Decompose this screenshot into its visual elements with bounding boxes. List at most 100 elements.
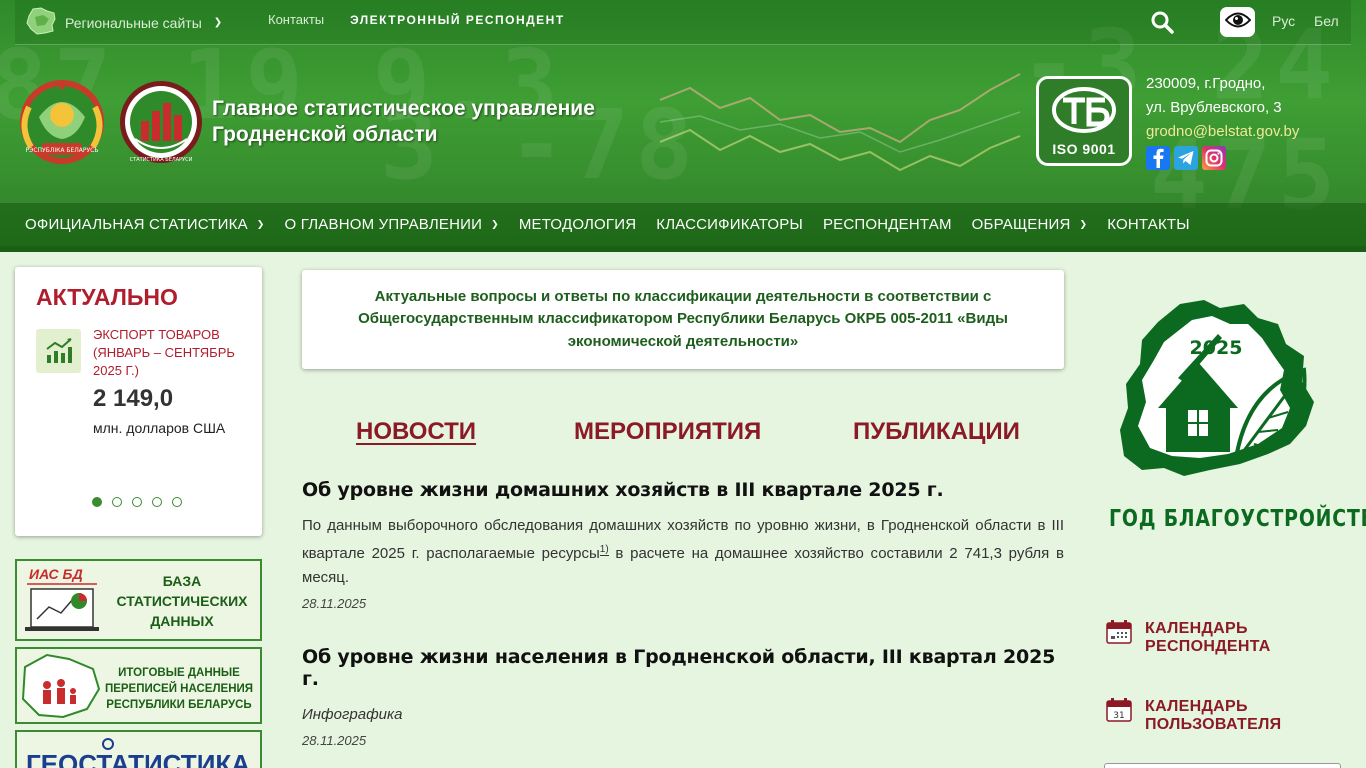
telegram-icon[interactable]: [1174, 146, 1198, 170]
tab-news[interactable]: НОВОСТИ: [356, 418, 476, 446]
accessibility-button[interactable]: [1220, 7, 1255, 37]
calendar-label-line: ПОЛЬЗОВАТЕЛЯ: [1145, 716, 1282, 733]
nav-item-official-statistics[interactable]: ОФИЦИАЛЬНАЯ СТАТИСТИКА ❯: [25, 216, 265, 233]
belarus-family-map-icon: [21, 653, 101, 719]
belstat-emblem-icon: СТАТИСТИКА БЕЛАРУСИ: [119, 77, 203, 172]
calendar-label: КАЛЕНДАРЬ ПОЛЬЗОВАТЕЛЯ: [1145, 698, 1281, 734]
census-results-banner[interactable]: ИТОГОВЫЕ ДАННЫЕ ПЕРЕПИСЕЙ НАСЕЛЕНИЯ РЕСП…: [15, 647, 262, 724]
banner-line: ПЕРЕПИСЕЙ НАСЕЛЕНИЯ: [105, 682, 253, 695]
news-description: По данным выборочного обследования домаш…: [302, 514, 1064, 590]
news-description: Инфографика: [302, 706, 403, 723]
growth-chart-icon: [36, 329, 81, 373]
banner-line: СТАТИСТИЧЕСКИХ: [116, 593, 248, 609]
news-date: 28.11.2025: [302, 733, 367, 748]
chevron-down-icon: ❯: [491, 219, 499, 229]
nav-item-label: ОФИЦИАЛЬНАЯ СТАТИСТИКА: [25, 216, 248, 233]
address-line1: 230009, г.Гродно,: [1146, 75, 1266, 92]
aktual-indicator-value: 2 149,0: [93, 385, 174, 412]
nav-item-methodology[interactable]: МЕТОДОЛОГИЯ: [519, 216, 636, 233]
year-of-improvement-emblem[interactable]: 2025: [1108, 298, 1328, 494]
nav-item-label: О ГЛАВНОМ УПРАВЛЕНИИ: [284, 216, 483, 233]
contacts-link[interactable]: Контакты: [268, 12, 324, 27]
news-title[interactable]: Об уровне жизни населения в Гродненской …: [302, 646, 1064, 690]
nav-item-contacts[interactable]: КОНТАКТЫ: [1107, 216, 1190, 233]
nav-item-label: КОНТАКТЫ: [1107, 216, 1190, 233]
calendar-day: 31: [1113, 711, 1124, 721]
site-title-line1: Главное статистическое управление: [212, 97, 595, 120]
lang-ru-link[interactable]: Рус: [1272, 13, 1295, 29]
iso-label: ISO 9001: [1052, 140, 1116, 157]
nav-item-label: КЛАССИФИКАТОРЫ: [656, 216, 803, 233]
slider-dot[interactable]: [172, 497, 182, 507]
news-title[interactable]: Об уровне жизни домашних хозяйств в III …: [302, 479, 1064, 501]
right-sidebar-widget: [1104, 763, 1341, 768]
regional-sites-label: Региональные сайты: [65, 14, 202, 31]
e-respondent-link[interactable]: ЭЛЕКТРОННЫЙ РЕСПОНДЕНТ: [350, 12, 565, 27]
nav-item-appeals[interactable]: ОБРАЩЕНИЯ ❯: [972, 216, 1088, 233]
news-item: Об уровне жизни домашних хозяйств в III …: [302, 479, 1064, 611]
aktual-widget: АКТУАЛЬНО ЭКСПОРТ ТОВАРОВ (ЯНВАРЬ – СЕНТ…: [15, 267, 262, 536]
belarus-map-icon: [25, 7, 57, 38]
top-bar: Региональные сайты ❯ Контакты ЭЛЕКТРОННЫ…: [15, 0, 1351, 45]
slider-dot[interactable]: [132, 497, 142, 507]
banner-line: ДАННЫХ: [150, 613, 214, 629]
geostatistics-banner[interactable]: ГЕОСТАТИСТИКА: [15, 730, 262, 768]
tab-events[interactable]: МЕРОПРИЯТИЯ: [574, 418, 761, 446]
lang-be-link[interactable]: Бел: [1314, 13, 1339, 29]
nav-item-label: МЕТОДОЛОГИЯ: [518, 216, 637, 233]
tab-publications[interactable]: ПУБЛИКАЦИИ: [853, 418, 1020, 446]
decorative-line-chart: [660, 73, 1021, 172]
calendar-icon: 31: [1106, 698, 1132, 734]
classification-notice[interactable]: Актуальные вопросы и ответы по классифик…: [302, 270, 1064, 369]
gb-logo-icon: [1049, 86, 1119, 139]
nav-item-about[interactable]: О ГЛАВНОМ УПРАВЛЕНИИ ❯: [285, 216, 499, 233]
chevron-down-icon: ❯: [213, 17, 223, 28]
instagram-icon[interactable]: [1202, 146, 1226, 170]
aktual-heading: АКТУАЛЬНО: [36, 284, 178, 310]
calendar-label-line: КАЛЕНДАРЬ: [1145, 620, 1248, 637]
news-date: 28.11.2025: [302, 596, 367, 611]
emblems: РЭСПУБЛІКА БЕЛАРУСЬ СТАТИСТИКА БЕЛАРУСИ: [17, 77, 203, 172]
main-navigation: ОФИЦИАЛЬНАЯ СТАТИСТИКА ❯ О ГЛАВНОМ УПРАВЛ…: [0, 202, 1366, 246]
slider-dot[interactable]: [112, 497, 122, 507]
year-title: ГОД БЛАГОУСТРОЙСТВА: [1109, 506, 1366, 532]
user-calendar-link[interactable]: 31 КАЛЕНДАРЬ ПОЛЬЗОВАТЕЛЯ: [1106, 698, 1281, 734]
state-emblem-icon: РЭСПУБЛІКА БЕЛАРУСЬ: [17, 77, 107, 172]
footnote-link[interactable]: 1): [599, 544, 609, 556]
site-title[interactable]: Главное статистическое управление Гродне…: [212, 96, 595, 148]
slider-pagination: [92, 497, 182, 507]
news-item: Об уровне жизни населения в Гродненской …: [302, 646, 1064, 748]
aktual-indicator-label[interactable]: ЭКСПОРТ ТОВАРОВ (ЯНВАРЬ – СЕНТЯБРЬ 2025 …: [93, 326, 253, 380]
iso-certificate-badge: ISO 9001: [1036, 76, 1132, 166]
nav-item-respondents[interactable]: РЕСПОНДЕНТАМ: [823, 216, 952, 233]
laptop-chart-icon: [25, 588, 99, 631]
slider-dot[interactable]: [152, 497, 162, 507]
belstat-emblem-text: СТАТИСТИКА БЕЛАРУСИ: [130, 157, 193, 163]
emblem-ribbon-text: РЭСПУБЛІКА БЕЛАРУСЬ: [26, 147, 99, 154]
address-line2: ул. Врублевского, 3: [1146, 99, 1282, 116]
search-icon[interactable]: [1150, 10, 1174, 39]
banner-line: ГЕОСТАТИСТИКА: [26, 749, 250, 768]
banner-line: ИТОГОВЫЕ ДАННЫЕ: [118, 667, 240, 679]
notice-text: Актуальные вопросы и ответы по классифик…: [358, 287, 1008, 350]
top-links: Контакты ЭЛЕКТРОННЫЙ РЕСПОНДЕНТ: [268, 12, 565, 27]
chevron-down-icon: ❯: [256, 219, 265, 229]
eye-icon: [1224, 11, 1251, 34]
facebook-icon[interactable]: [1146, 146, 1170, 170]
chevron-down-icon: ❯: [1079, 219, 1088, 229]
globe-icon: [102, 738, 114, 750]
nav-item-label: РЕСПОНДЕНТАМ: [822, 216, 952, 233]
regional-sites-dropdown[interactable]: Региональные сайты ❯: [25, 7, 222, 38]
calendar-label: КАЛЕНДАРЬ РЕСПОНДЕНТА: [1145, 620, 1271, 656]
nav-item-classifiers[interactable]: КЛАССИФИКАТОРЫ: [656, 216, 803, 233]
respondent-calendar-link[interactable]: КАЛЕНДАРЬ РЕСПОНДЕНТА: [1106, 620, 1271, 656]
aktual-indicator-unit: млн. долларов США: [93, 420, 226, 436]
content-tabs: НОВОСТИ МЕРОПРИЯТИЯ ПУБЛИКАЦИИ: [302, 418, 1064, 448]
nav-item-label: ОБРАЩЕНИЯ: [971, 216, 1071, 233]
main-nav-list: ОФИЦИАЛЬНАЯ СТАТИСТИКА ❯ О ГЛАВНОМ УПРАВЛ…: [25, 216, 1210, 233]
banner-line: РЕСПУБЛИКИ БЕЛАРУСЬ: [106, 699, 251, 711]
email-link[interactable]: grodno@belstat.gov.by: [1146, 120, 1299, 144]
slider-dot[interactable]: [92, 497, 102, 507]
statistics-database-banner[interactable]: ИАС БД БАЗА СТАТИСТИЧЕСКИХ ДАННЫХ: [15, 559, 262, 641]
calendar-label-line: РЕСПОНДЕНТА: [1145, 638, 1271, 655]
